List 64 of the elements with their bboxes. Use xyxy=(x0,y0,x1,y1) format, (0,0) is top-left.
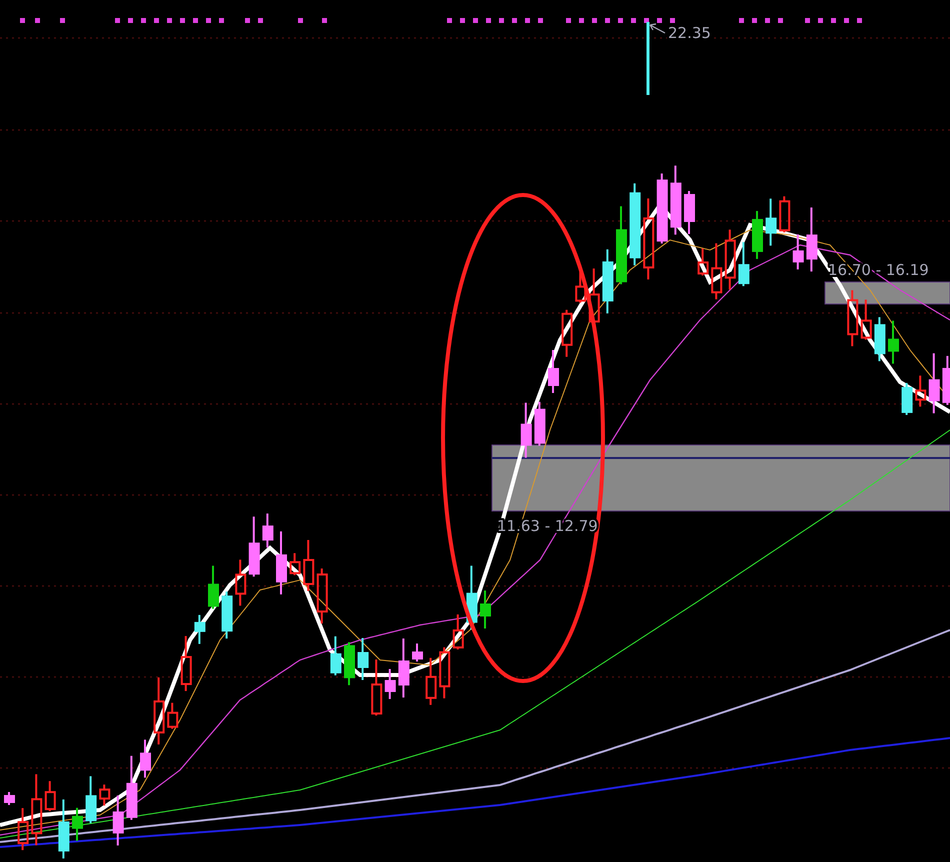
candlestick xyxy=(902,382,913,415)
candlestick xyxy=(874,317,886,362)
candlestick xyxy=(426,658,437,705)
candlestick xyxy=(942,356,950,405)
candlestick xyxy=(398,638,410,698)
candlestick xyxy=(575,272,586,303)
candlestick xyxy=(330,636,342,676)
candlestick xyxy=(738,242,750,286)
candlestick xyxy=(656,174,668,244)
candlestick xyxy=(167,702,178,729)
candlestick xyxy=(316,568,328,624)
candlestick xyxy=(208,566,219,609)
candlestick xyxy=(126,756,138,820)
candlestick xyxy=(860,300,872,340)
candlestick xyxy=(344,642,355,686)
candlestick xyxy=(711,243,722,300)
candlestick xyxy=(466,566,478,630)
candlestick xyxy=(792,234,804,270)
candlestick xyxy=(806,208,818,272)
candlestick xyxy=(72,808,83,841)
candlestick xyxy=(194,614,206,644)
candlestick xyxy=(371,660,382,716)
candlestick xyxy=(928,353,940,414)
candlestick xyxy=(290,553,301,576)
candlestick xyxy=(698,248,709,276)
candlestick xyxy=(384,669,396,699)
candlestick xyxy=(534,402,546,446)
candlestick xyxy=(99,784,110,806)
candlestick xyxy=(684,191,695,234)
candlestick xyxy=(235,560,246,606)
candlestick xyxy=(888,320,899,364)
candlestick xyxy=(412,644,423,662)
candlestick xyxy=(766,198,777,246)
candlestick xyxy=(358,638,369,680)
candlestick xyxy=(248,516,260,577)
candlestick xyxy=(276,531,287,594)
candlestick xyxy=(562,310,573,357)
candlestick xyxy=(520,402,532,458)
candlestick xyxy=(4,792,15,805)
candlestick xyxy=(180,636,192,692)
candlestick xyxy=(847,290,858,346)
candlestick xyxy=(262,514,274,548)
candlestick xyxy=(44,781,56,812)
candlestick xyxy=(724,230,736,290)
candlestick xyxy=(303,540,314,591)
candlestick xyxy=(452,614,464,650)
candlestick xyxy=(86,776,97,824)
candlestick xyxy=(670,166,682,235)
candlestick xyxy=(18,808,29,850)
candlestick xyxy=(112,795,124,846)
candlestick xyxy=(779,196,790,232)
candlestick xyxy=(222,592,233,639)
candlestick xyxy=(548,350,559,393)
candlestick xyxy=(31,774,42,846)
peak-price-label: 22.35 xyxy=(668,24,711,42)
candlestick xyxy=(602,249,614,314)
candlestick xyxy=(154,677,165,744)
candlestick xyxy=(58,799,70,858)
candlestick xyxy=(752,210,763,259)
candlestick xyxy=(439,647,450,698)
candlestick xyxy=(915,376,926,407)
candlestick xyxy=(480,590,491,628)
pointer-arrow-icon xyxy=(649,23,666,34)
candlestick xyxy=(140,740,151,778)
